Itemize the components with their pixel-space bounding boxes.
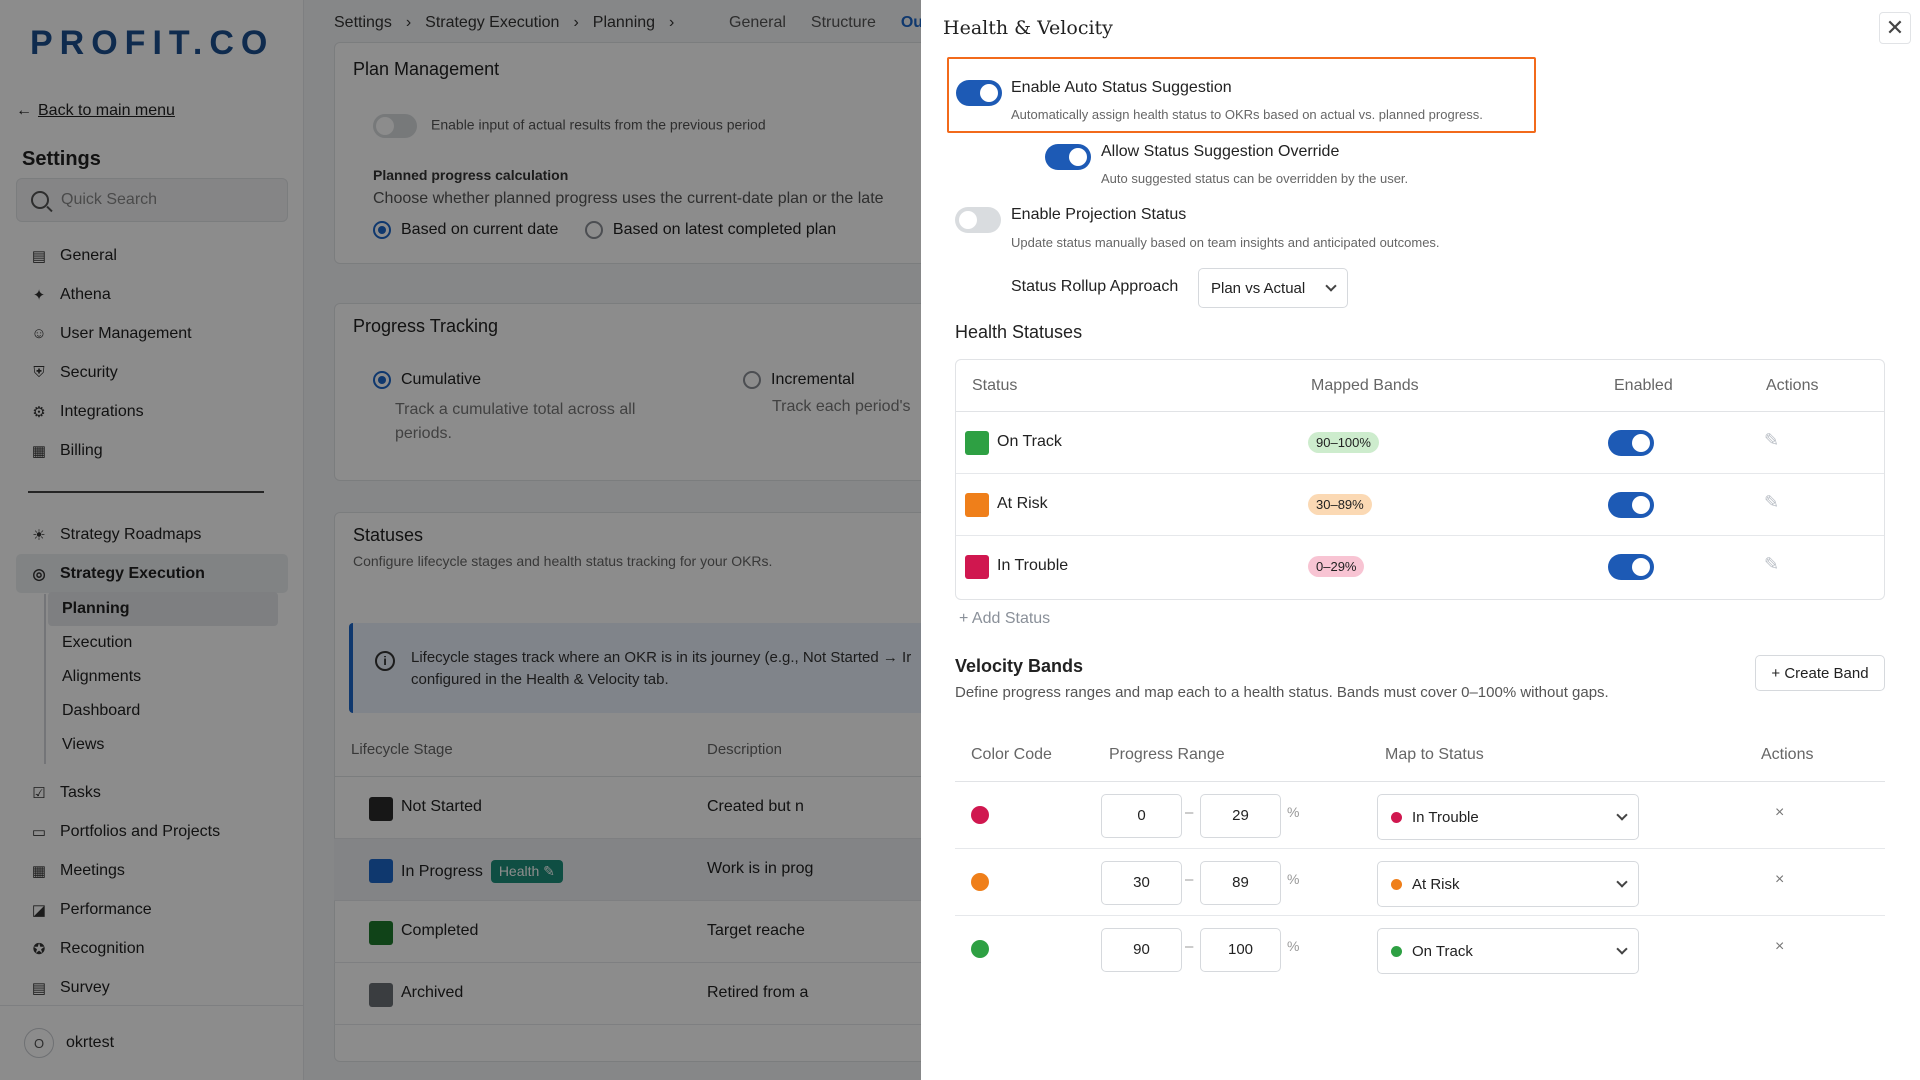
edit-pencil-icon[interactable]: ✎ [1764,492,1779,513]
status-name: In Trouble [997,557,1069,574]
auto-status-title: Enable Auto Status Suggestion [1011,79,1232,96]
velocity-bands-table: Color Code Progress Range Map to Status … [955,730,1885,983]
range-from-input[interactable]: 0 [1101,794,1182,838]
percent-sign: % [1287,804,1300,820]
velocity-bands-heading: Velocity Bands [955,656,1084,676]
remove-band-button[interactable]: × [1775,871,1784,889]
rollup-value: Plan vs Actual [1211,279,1306,297]
map-status-select[interactable]: At Risk [1377,861,1639,907]
velocity-bands-header: Color Code Progress Range Map to Status … [955,730,1885,782]
projection-title: Enable Projection Status [1011,206,1187,223]
status-color-swatch [965,431,989,455]
projection-desc: Update status manually based on team ins… [1011,235,1440,250]
band-pill: 30–89% [1308,494,1372,515]
override-desc: Auto suggested status can be overridden … [1101,171,1409,186]
close-button[interactable]: ✕ [1879,12,1911,44]
col-mapped-bands: Mapped Bands [1311,377,1419,394]
rollup-select[interactable]: Plan vs Actual [1198,268,1348,308]
percent-sign: % [1287,871,1300,887]
health-statuses-table: Status Mapped Bands Enabled Actions On T… [955,359,1885,600]
range-dash: – [1185,938,1194,955]
health-velocity-panel: Health & Velocity ✕ Enable Auto Status S… [921,0,1920,1080]
edit-pencil-icon[interactable]: ✎ [1764,430,1779,451]
rollup-label: Status Rollup Approach [1011,278,1179,295]
chevron-down-icon [1616,943,1628,955]
map-status-value: In Trouble [1412,808,1479,826]
table-row: 30 – 89 % At Risk × [955,849,1885,916]
status-name: At Risk [997,495,1048,512]
range-from-input[interactable]: 90 [1101,928,1182,972]
table-row: 0 – 29 % In Trouble × [955,782,1885,849]
override-title: Allow Status Suggestion Override [1101,143,1340,160]
band-color-dot[interactable] [971,873,989,891]
health-statuses-heading: Health Statuses [955,322,1083,342]
map-status-select[interactable]: In Trouble [1377,794,1639,840]
velocity-bands-desc: Define progress ranges and map each to a… [955,684,1609,701]
auto-status-toggle[interactable] [956,80,1002,106]
chevron-down-icon [1325,280,1337,292]
band-pill: 0–29% [1308,556,1365,577]
remove-band-button[interactable]: × [1775,938,1784,956]
map-status-value: On Track [1412,942,1473,960]
range-to-input[interactable]: 100 [1200,928,1281,972]
col-actions: Actions [1761,746,1814,763]
col-status: Status [972,377,1018,394]
map-status-value: At Risk [1412,875,1460,893]
table-row: On Track 90–100% ✎ [956,412,1884,474]
range-dash: – [1185,871,1194,888]
range-to-input[interactable]: 89 [1200,861,1281,905]
chevron-down-icon [1616,876,1628,888]
status-enabled-toggle[interactable] [1608,430,1654,456]
close-icon: ✕ [1885,15,1905,40]
edit-pencil-icon[interactable]: ✎ [1764,554,1779,575]
health-statuses-header: Status Mapped Bands Enabled Actions [956,360,1884,412]
col-enabled: Enabled [1614,377,1673,394]
map-status-select[interactable]: On Track [1377,928,1639,974]
col-map-to-status: Map to Status [1385,746,1484,763]
col-actions: Actions [1766,377,1819,394]
status-enabled-toggle[interactable] [1608,492,1654,518]
status-name: On Track [997,433,1062,450]
modal-backdrop[interactable] [0,0,921,1080]
band-color-dot[interactable] [971,940,989,958]
chevron-down-icon [1616,809,1628,821]
status-dot [1391,946,1402,957]
remove-band-button[interactable]: × [1775,804,1784,822]
status-color-swatch [965,493,989,517]
percent-sign: % [1287,938,1300,954]
create-band-button[interactable]: + Create Band [1755,655,1885,691]
projection-toggle[interactable] [955,207,1001,233]
add-status-button[interactable]: + Add Status [959,610,1050,628]
panel-title: Health & Velocity [943,17,1113,39]
table-row: 90 – 100 % On Track × [955,916,1885,983]
override-toggle[interactable] [1045,144,1091,170]
table-row: In Trouble 0–29% ✎ [956,536,1884,598]
range-from-input[interactable]: 30 [1101,861,1182,905]
col-progress-range: Progress Range [1109,746,1225,763]
band-color-dot[interactable] [971,806,989,824]
table-row: At Risk 30–89% ✎ [956,474,1884,536]
band-pill: 90–100% [1308,432,1379,453]
col-color-code: Color Code [971,746,1052,763]
status-dot [1391,812,1402,823]
status-dot [1391,879,1402,890]
status-enabled-toggle[interactable] [1608,554,1654,580]
status-color-swatch [965,555,989,579]
range-dash: – [1185,804,1194,821]
auto-status-desc: Automatically assign health status to OK… [1011,107,1483,122]
range-to-input[interactable]: 29 [1200,794,1281,838]
